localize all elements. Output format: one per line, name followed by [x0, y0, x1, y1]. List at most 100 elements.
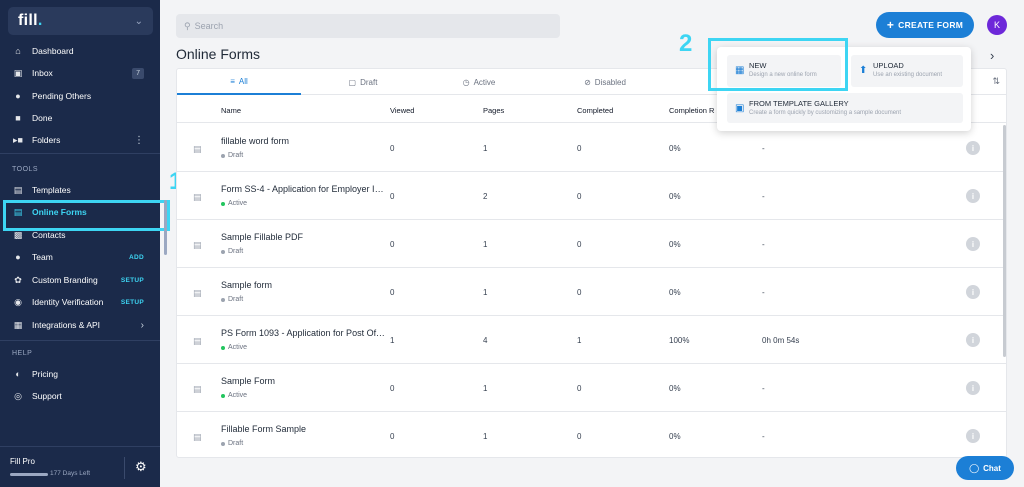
- chat-button[interactable]: ◯ Chat: [956, 456, 1014, 480]
- lifebuoy-icon: ◎: [14, 390, 22, 401]
- list-icon: ≡: [230, 76, 235, 86]
- form-name[interactable]: Fillable Form Sample: [221, 424, 387, 434]
- search-placeholder: Search: [194, 21, 224, 31]
- form-document-icon: ▤: [193, 288, 202, 298]
- form-name[interactable]: Sample Fillable PDF: [221, 232, 387, 242]
- sidebar-item-label: Identity Verification: [32, 297, 104, 307]
- column-header-name[interactable]: Name: [221, 106, 241, 115]
- info-icon[interactable]: i: [966, 381, 980, 395]
- tab-active[interactable]: ◷ Active: [417, 69, 541, 95]
- sidebar-item-inbox[interactable]: ▣ Inbox 7: [0, 62, 160, 84]
- column-header-completed[interactable]: Completed: [577, 106, 613, 115]
- more-vertical-icon[interactable]: ⋮: [134, 135, 144, 146]
- column-header-viewed[interactable]: Viewed: [390, 106, 414, 115]
- avg-time-value: -: [762, 432, 765, 441]
- sidebar-item-label: Custom Branding: [32, 275, 98, 285]
- avg-time-value: -: [762, 240, 765, 249]
- gallery-icon: ▣: [735, 103, 745, 114]
- info-icon[interactable]: i: [966, 189, 980, 203]
- sidebar-item-done[interactable]: ■ Done: [0, 107, 160, 129]
- sidebar-item-templates[interactable]: ▤ Templates: [0, 179, 160, 201]
- sidebar-divider: [0, 340, 160, 341]
- gear-icon[interactable]: ⚙: [135, 459, 147, 475]
- table-row[interactable]: ▤ Fillable Form Sample Draft 0 1 0 0% - i: [177, 412, 1006, 457]
- completed-value: 0: [577, 288, 582, 297]
- form-name[interactable]: Form SS-4 - Application for Employer Ide…: [221, 184, 387, 194]
- help-section-label: HELP: [12, 350, 33, 357]
- sidebar-item-integrations-api[interactable]: ▦ Integrations & API ›: [0, 314, 160, 336]
- sidebar-item-dashboard[interactable]: ⌂ Dashboard: [0, 40, 160, 62]
- table-row[interactable]: ▤ Sample form Draft 0 1 0 0% - i: [177, 268, 1006, 316]
- template-icon: ▤: [13, 184, 23, 195]
- viewed-value: 0: [390, 240, 395, 249]
- status-label: Draft: [228, 440, 244, 447]
- form-name[interactable]: Sample form: [221, 280, 387, 290]
- chevron-right-icon[interactable]: ›: [990, 48, 994, 63]
- check-icon: ■: [15, 113, 21, 123]
- create-form-label: CREATE FORM: [898, 20, 964, 30]
- info-icon[interactable]: i: [966, 141, 980, 155]
- viewed-value: 0: [390, 432, 395, 441]
- form-name[interactable]: fillable word form: [221, 136, 387, 146]
- fingerprint-icon: ◉: [14, 296, 22, 307]
- status-label: Active: [228, 200, 248, 207]
- branding-setup-link[interactable]: SETUP: [121, 277, 144, 284]
- pages-value: 2: [483, 192, 488, 201]
- sidebar-item-pending-others[interactable]: ● Pending Others: [0, 85, 160, 107]
- sidebar-item-identity-verification[interactable]: ◉ Identity Verification SETUP: [0, 291, 160, 313]
- sidebar-item-label: Done: [32, 113, 53, 123]
- avatar[interactable]: K: [987, 15, 1007, 35]
- menu-item-template-gallery[interactable]: ▣ FROM TEMPLATE GALLERY Create a form qu…: [727, 93, 963, 123]
- sidebar: fill. ⌄ ⌂ Dashboard ▣ Inbox 7 ● Pending …: [0, 0, 160, 487]
- page-title: Online Forms: [176, 46, 261, 62]
- info-icon[interactable]: i: [966, 429, 980, 443]
- tab-label: Draft: [360, 77, 378, 87]
- form-name[interactable]: Sample Form: [221, 376, 387, 386]
- status-badge: Active: [221, 200, 247, 207]
- tab-draft[interactable]: ▢ Draft: [301, 69, 425, 95]
- column-header-completion-rate[interactable]: Completion R: [669, 106, 714, 115]
- info-icon[interactable]: i: [966, 285, 980, 299]
- form-document-icon: ▤: [193, 384, 202, 394]
- info-icon[interactable]: i: [966, 333, 980, 347]
- chevron-right-icon: ›: [140, 319, 144, 331]
- sidebar-item-folders[interactable]: ▸■ Folders ⋮: [0, 129, 160, 151]
- viewed-value: 1: [390, 336, 395, 345]
- tab-all[interactable]: ≡ All: [177, 69, 301, 95]
- sidebar-item-label: Team: [32, 252, 53, 262]
- create-form-button[interactable]: + CREATE FORM: [876, 12, 974, 38]
- table-row[interactable]: ▤ PS Form 1093 - Application for Post Off…: [177, 316, 1006, 364]
- sort-icon[interactable]: ⇅: [992, 76, 1000, 87]
- menu-item-title: UPLOAD: [873, 61, 904, 70]
- sidebar-item-custom-branding[interactable]: ✿ Custom Branding SETUP: [0, 269, 160, 291]
- sidebar-item-pricing[interactable]: ◐ Pricing: [0, 363, 160, 385]
- column-header-pages[interactable]: Pages: [483, 106, 504, 115]
- status-badge: Active: [221, 392, 247, 399]
- menu-item-upload[interactable]: ⬆ UPLOAD Use an existing document: [851, 55, 963, 87]
- sidebar-scrollbar[interactable]: [164, 200, 167, 255]
- upload-icon: ⬆: [859, 65, 868, 76]
- sidebar-item-support[interactable]: ◎ Support: [0, 385, 160, 407]
- form-document-icon: ▤: [193, 144, 202, 154]
- table-row[interactable]: ▤ Sample Fillable PDF Draft 0 1 0 0% - i: [177, 220, 1006, 268]
- tab-disabled[interactable]: ⊘ Disabled: [543, 69, 667, 95]
- identity-setup-link[interactable]: SETUP: [121, 299, 144, 306]
- sidebar-item-team[interactable]: ● Team ADD: [0, 246, 160, 268]
- form-document-icon: ▤: [193, 432, 202, 442]
- team-add-link[interactable]: ADD: [129, 254, 144, 261]
- avg-time-value: 0h 0m 54s: [762, 336, 800, 345]
- completed-value: 1: [577, 336, 582, 345]
- table-row[interactable]: ▤ Form SS-4 - Application for Employer Id…: [177, 172, 1006, 220]
- table-row[interactable]: ▤ Sample Form Active 0 1 0 0% - i: [177, 364, 1006, 412]
- table-scrollbar[interactable]: [1003, 125, 1006, 357]
- search-input[interactable]: ⚲ Search: [176, 14, 560, 38]
- status-dot: [221, 201, 225, 206]
- sidebar-item-label: Pricing: [32, 369, 58, 379]
- avg-time-value: -: [762, 192, 765, 201]
- inbox-count-badge: 7: [132, 67, 144, 79]
- sidebar-item-label: Support: [32, 391, 62, 401]
- form-name[interactable]: PS Form 1093 - Application for Post Offi…: [221, 328, 387, 338]
- workspace-switcher[interactable]: fill. ⌄: [8, 7, 153, 35]
- info-icon[interactable]: i: [966, 237, 980, 251]
- table-row[interactable]: ▤ fillable word form Draft 0 1 0 0% - i: [177, 124, 1006, 172]
